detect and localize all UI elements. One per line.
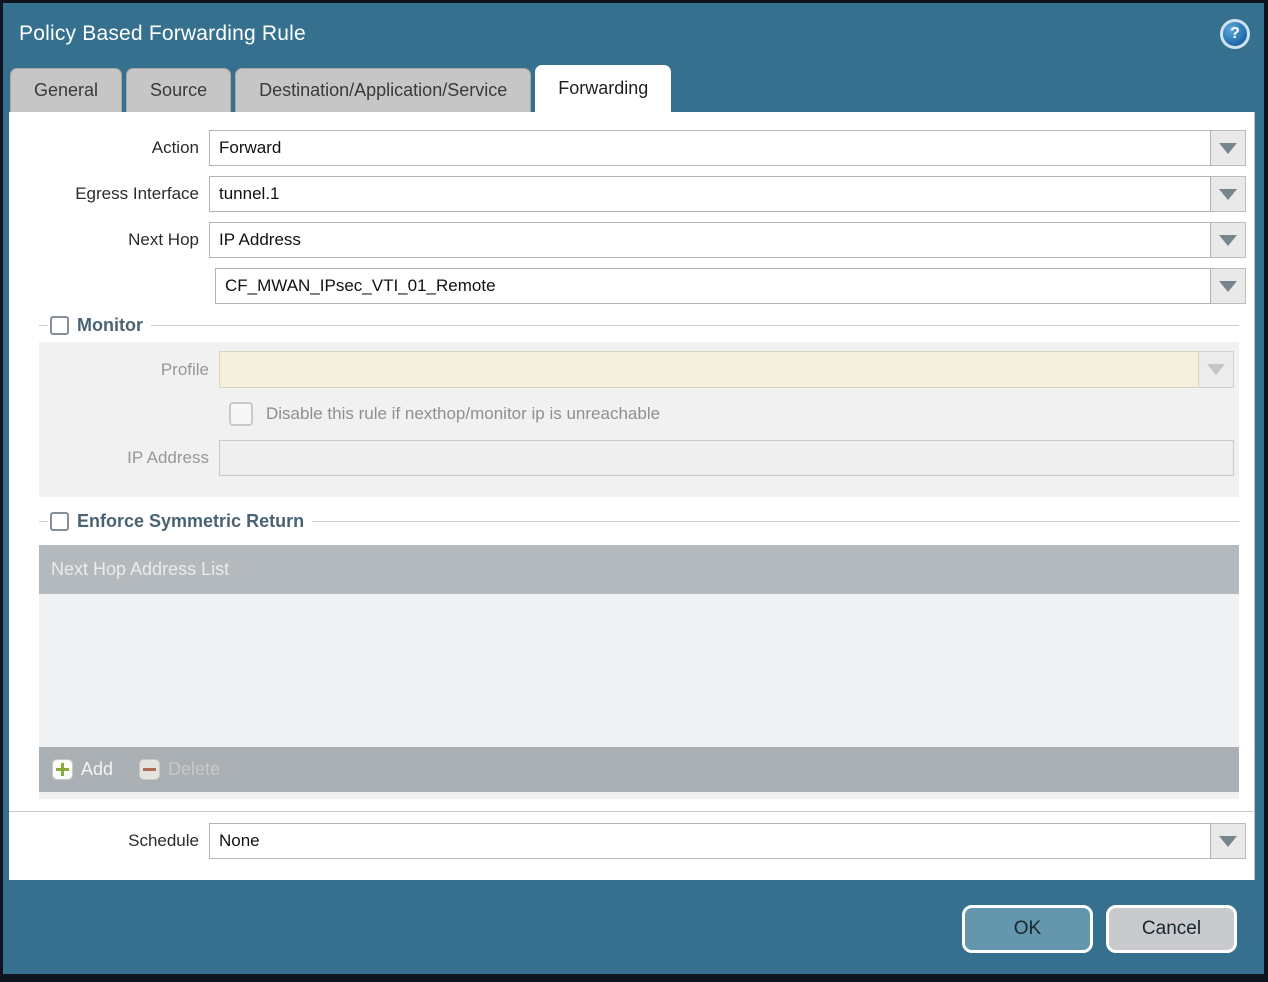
monitor-section-head: Monitor	[39, 314, 1239, 336]
fieldset-line	[312, 520, 1239, 522]
disable-rule-checkbox-disabled	[229, 402, 253, 426]
chevron-down-icon	[1219, 234, 1237, 246]
dialog-title: Policy Based Forwarding Rule	[19, 22, 306, 45]
next-hop-address-dropdown-button[interactable]	[1211, 268, 1246, 304]
next-hop-address-list-header-label: Next Hop Address List	[51, 559, 230, 579]
schedule-select[interactable]: None	[209, 823, 1211, 859]
schedule-row: Schedule None	[9, 823, 1254, 859]
fieldset-line	[39, 324, 48, 326]
tab-bar: General Source Destination/Application/S…	[3, 65, 1264, 112]
monitor-ip-address-label: IP Address	[127, 448, 209, 467]
action-dropdown-button[interactable]	[1211, 130, 1246, 166]
monitor-section-title: Monitor	[77, 314, 143, 335]
action-row: Action Forward	[9, 130, 1254, 166]
egress-interface-row: Egress Interface tunnel.1	[9, 176, 1254, 212]
egress-interface-dropdown-button[interactable]	[1211, 176, 1246, 212]
profile-row: Profile	[39, 351, 1234, 388]
chevron-down-icon	[1219, 142, 1237, 154]
monitor-checkbox[interactable]	[50, 315, 69, 335]
tab-source-label: Source	[150, 80, 208, 100]
fieldset-line	[39, 520, 48, 522]
disable-rule-row: Disable this rule if nexthop/monitor ip …	[229, 402, 1234, 426]
add-button-label: Add	[81, 759, 114, 779]
chevron-down-icon	[1219, 280, 1237, 292]
tab-source[interactable]: Source	[126, 68, 232, 112]
monitor-section-body: Profile Disable this rule if nexthop/mon…	[39, 342, 1239, 497]
minus-icon	[139, 759, 161, 780]
next-hop-label: Next Hop	[128, 230, 199, 249]
chevron-down-icon	[1219, 835, 1237, 847]
chevron-down-icon	[1219, 188, 1237, 200]
tab-forwarding-label: Forwarding	[558, 78, 649, 98]
action-select[interactable]: Forward	[209, 130, 1211, 166]
enforce-symmetric-return-section-head: Enforce Symmetric Return	[39, 510, 1239, 532]
section-divider	[9, 811, 1254, 812]
profile-label: Profile	[160, 359, 209, 379]
next-hop-address-list-toolbar: Add Delete	[39, 747, 1239, 792]
action-label: Action	[151, 138, 199, 157]
next-hop-address-list-table: Next Hop Address List Add Delete	[39, 545, 1239, 799]
next-hop-address-list-header: Next Hop Address List	[39, 545, 1239, 594]
schedule-label: Schedule	[128, 831, 199, 850]
egress-interface-select[interactable]: tunnel.1	[209, 176, 1211, 212]
fieldset-line	[150, 324, 1239, 326]
next-hop-address-list-body	[39, 594, 1239, 747]
next-hop-address-select[interactable]: CF_MWAN_IPsec_VTI_01_Remote	[215, 268, 1211, 304]
monitor-ip-address-row: IP Address	[39, 440, 1234, 476]
plus-icon	[52, 759, 73, 780]
add-button[interactable]: Add	[52, 759, 113, 780]
delete-button-disabled: Delete	[139, 759, 220, 780]
disable-rule-label: Disable this rule if nexthop/monitor ip …	[266, 404, 661, 423]
egress-interface-label: Egress Interface	[75, 184, 199, 203]
table-bottom-strip	[39, 792, 1239, 799]
schedule-dropdown-button[interactable]	[1211, 823, 1246, 859]
tab-forwarding[interactable]: Forwarding	[535, 65, 672, 112]
next-hop-address-row: CF_MWAN_IPsec_VTI_01_Remote	[9, 268, 1254, 304]
tab-general-label: General	[34, 80, 99, 100]
dialog-footer: OK Cancel	[3, 880, 1264, 974]
cancel-button[interactable]: Cancel	[1106, 905, 1237, 953]
help-icon-glyph: ?	[1230, 25, 1240, 42]
tab-destination-label: Destination/Application/Service	[259, 80, 508, 100]
monitor-ip-address-input-disabled	[219, 440, 1234, 476]
enforce-symmetric-return-title: Enforce Symmetric Return	[77, 510, 305, 531]
forwarding-tab-panel: Action Forward Egress Interface tunnel.1…	[9, 112, 1255, 880]
delete-button-label: Delete	[168, 759, 221, 779]
ok-button[interactable]: OK	[962, 905, 1093, 953]
tab-general[interactable]: General	[10, 68, 123, 112]
enforce-symmetric-return-checkbox[interactable]	[50, 511, 69, 531]
profile-select-disabled	[219, 351, 1199, 388]
tab-destination-application-service[interactable]: Destination/Application/Service	[235, 68, 532, 112]
chevron-down-icon	[1207, 364, 1225, 375]
dialog-titlebar: Policy Based Forwarding Rule ?	[3, 3, 1264, 65]
next-hop-row: Next Hop IP Address	[9, 222, 1254, 258]
profile-dropdown-button-disabled	[1199, 351, 1234, 388]
help-icon[interactable]: ?	[1220, 19, 1250, 49]
next-hop-type-dropdown-button[interactable]	[1211, 222, 1246, 258]
next-hop-type-select[interactable]: IP Address	[209, 222, 1211, 258]
